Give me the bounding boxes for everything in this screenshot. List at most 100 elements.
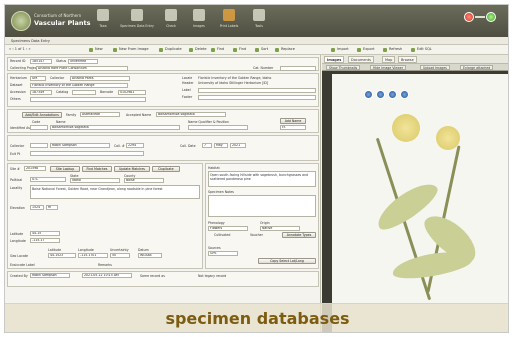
exit-field[interactable] (30, 151, 144, 156)
add-icon[interactable] (486, 12, 496, 22)
header-value: University of Idaho Stillinger Herbarium… (198, 81, 269, 85)
toolbar-new[interactable]: New (89, 47, 103, 53)
qualifier-field[interactable] (188, 125, 248, 130)
hide-viewer-button[interactable]: Hide Image Viewer (370, 65, 407, 70)
collector-field[interactable]: Robin Sampson (50, 143, 110, 148)
header-status-icons (462, 11, 502, 25)
collection-select[interactable]: Arizona Rare Plant Consortium (36, 66, 128, 71)
latitude-field[interactable]: 44.15 (30, 231, 60, 236)
header-button-images[interactable]: Images (185, 8, 213, 34)
header-button-check[interactable]: Check (157, 8, 185, 34)
toolbar-find-all[interactable]: Find (233, 47, 246, 53)
longitude-field[interactable]: -115.17 (30, 238, 60, 243)
origin-label: Origin (260, 221, 270, 225)
others-field[interactable] (30, 97, 146, 102)
upload-images-button[interactable]: Upload Images (420, 65, 450, 70)
show-thumbnails-button[interactable]: Show Thumbnails (326, 65, 361, 70)
toolbar-refresh[interactable]: Refresh (383, 47, 402, 53)
sources-field[interactable]: GPS (208, 251, 238, 256)
annotate-types-button[interactable]: Annotate Types (282, 232, 316, 238)
coll-no-field[interactable]: 2294 (126, 143, 144, 148)
accepted-name-field[interactable]: Balsamorhiza sagittata (156, 112, 226, 117)
update-matches-button[interactable]: Update Matches (114, 166, 150, 172)
elevation-unit-select[interactable]: m (46, 205, 58, 210)
toolbar-sort[interactable]: Sort (255, 47, 268, 53)
entry-icon (131, 9, 143, 21)
tab-documents[interactable]: Documents (348, 56, 374, 63)
accession-label: Accession (10, 90, 26, 94)
catalog-label: Catalog (56, 90, 69, 94)
toolbar-new-from-image[interactable]: New From Image (113, 47, 149, 53)
cultivated-checkbox[interactable]: Cultivated (214, 233, 230, 237)
toolbar-duplicate[interactable]: Duplicate (159, 47, 182, 53)
phenology-select[interactable]: Flowers (208, 226, 248, 231)
collector-source-field[interactable]: Arizona Parks (70, 76, 130, 81)
herbarium-field[interactable]: UM (30, 76, 46, 81)
tab-browse[interactable]: Browse (398, 56, 417, 63)
created-by-label: Created By (10, 274, 28, 278)
find-matches-button[interactable]: Find Matches (82, 166, 112, 172)
voucher-checkbox[interactable]: Voucher (250, 233, 263, 237)
year-field[interactable]: 2021 (230, 143, 246, 148)
label-field[interactable] (198, 88, 316, 93)
code-field[interactable] (30, 125, 48, 130)
header-button-taxa[interactable]: Taxa (89, 8, 117, 34)
status-select[interactable]: unverified (68, 59, 98, 64)
header-button-tools[interactable]: Tools (245, 8, 273, 34)
cat-number-field[interactable] (280, 66, 316, 71)
rotate-icon[interactable] (388, 90, 397, 99)
record-id-field[interactable]: 185147 (30, 59, 52, 64)
dataset-field[interactable]: Floristic Inventory of the Golden Range (30, 83, 128, 88)
latitude-dec-field[interactable]: 44.1523 (48, 253, 76, 258)
cf-select[interactable]: cf. (280, 125, 306, 130)
state-field[interactable]: Idaho (70, 178, 120, 183)
datum-field[interactable]: WGS84 (138, 253, 162, 258)
site-lookup-button[interactable]: Site Lookup (50, 166, 80, 172)
toolbar-replace[interactable]: Replace (275, 47, 295, 53)
specimen-notes-field[interactable] (208, 195, 316, 217)
record-counter: 1 of 1 (14, 47, 25, 51)
identified-as-field[interactable]: Balsamorhiza sagittata (50, 125, 180, 130)
locality-field[interactable]: Boise National Forest, Golden Road, near… (30, 185, 200, 199)
fit-icon[interactable] (400, 90, 409, 99)
zoom-in-icon[interactable] (364, 90, 373, 99)
tab-map[interactable]: Map (382, 56, 396, 63)
toolbar-delete[interactable]: Delete (189, 47, 207, 53)
close-icon[interactable] (464, 12, 474, 22)
legacy-record-checkbox[interactable]: Not legacy record (198, 274, 226, 278)
copy-lat-long-button[interactable]: Copy Select Lat/Long (258, 258, 316, 264)
political-field[interactable]: U.S. (30, 177, 66, 182)
header-button-labels[interactable]: Print Labels (215, 8, 243, 34)
toolbar-export[interactable]: Export (357, 47, 374, 53)
collector-code-field[interactable] (30, 143, 48, 148)
family-field[interactable]: Asteraceae (80, 112, 120, 117)
specimen-image[interactable] (332, 74, 508, 332)
same-record-checkbox[interactable]: Same record as (140, 274, 165, 278)
longitude-dec-field[interactable]: -115.1701 (78, 253, 108, 258)
footer-field[interactable] (198, 95, 316, 100)
site-field[interactable]: 201598 (24, 166, 46, 171)
habitat-field[interactable]: Open south-facing hillside with sagebrus… (208, 171, 316, 187)
barcode-field[interactable]: 0102981 (118, 90, 146, 95)
tab-images[interactable]: Images (324, 56, 345, 63)
duplicate-site-button[interactable]: Duplicate (152, 166, 180, 172)
uncertainty-field[interactable]: 50 (110, 253, 130, 258)
add-name-button[interactable]: Add Name (280, 118, 306, 124)
record-navigator[interactable]: « ‹ 1 of 1 › » (9, 47, 31, 51)
status-label: Status (56, 59, 67, 63)
header-button-entry[interactable]: Specimen Data Entry (120, 8, 154, 34)
toolbar-find[interactable]: Find (211, 47, 224, 53)
month-field[interactable]: May (214, 143, 228, 148)
accession-field[interactable]: 187349 (30, 90, 52, 95)
add-annotations-button[interactable]: Add/Edit Annotations (22, 112, 62, 118)
county-field[interactable]: Boise (124, 178, 164, 183)
toolbar-import[interactable]: Import (331, 47, 349, 53)
enlarge-button[interactable]: Enlarge attached (460, 65, 494, 70)
origin-select[interactable]: Native (260, 226, 300, 231)
day-field[interactable]: 7 (202, 143, 212, 148)
elevation-field[interactable]: 1524 (30, 205, 44, 210)
logo-icon (11, 11, 31, 31)
catalog-field[interactable] (72, 90, 96, 95)
toolbar-edit-sql[interactable]: Edit SQL (411, 47, 432, 53)
zoom-out-icon[interactable] (376, 90, 385, 99)
